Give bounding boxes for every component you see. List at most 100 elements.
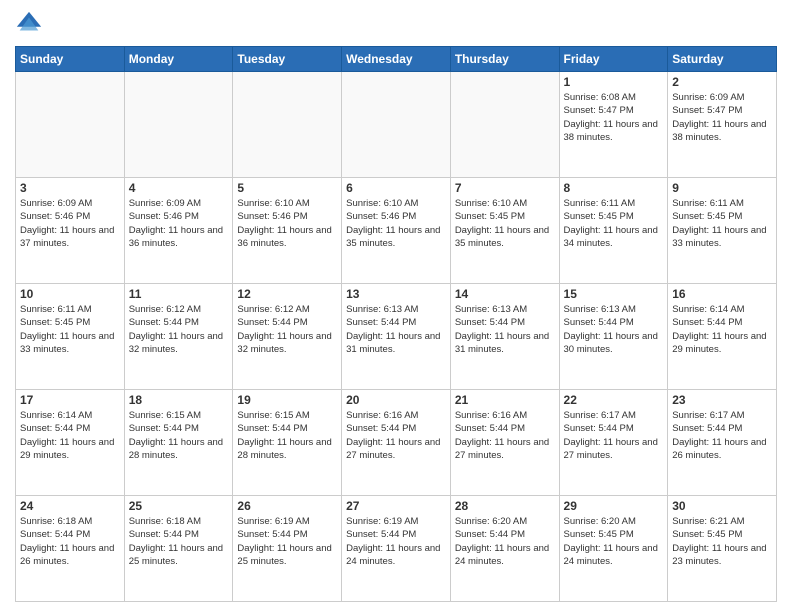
logo-icon	[15, 10, 43, 38]
header-cell-tuesday: Tuesday	[233, 47, 342, 72]
logo	[15, 10, 47, 38]
calendar-week-0: 1 Sunrise: 6:08 AMSunset: 5:47 PMDayligh…	[16, 72, 777, 178]
day-number: 21	[455, 393, 555, 407]
day-number: 19	[237, 393, 337, 407]
day-number: 18	[129, 393, 229, 407]
day-info: Sunrise: 6:13 AMSunset: 5:44 PMDaylight:…	[455, 304, 549, 355]
calendar-cell: 23 Sunrise: 6:17 AMSunset: 5:44 PMDaylig…	[668, 390, 777, 496]
header-cell-monday: Monday	[124, 47, 233, 72]
day-info: Sunrise: 6:14 AMSunset: 5:44 PMDaylight:…	[20, 410, 114, 461]
calendar-cell	[450, 72, 559, 178]
calendar-cell	[16, 72, 125, 178]
day-info: Sunrise: 6:09 AMSunset: 5:46 PMDaylight:…	[20, 198, 114, 249]
day-info: Sunrise: 6:10 AMSunset: 5:46 PMDaylight:…	[237, 198, 331, 249]
day-number: 17	[20, 393, 120, 407]
calendar-cell	[124, 72, 233, 178]
calendar-cell: 18 Sunrise: 6:15 AMSunset: 5:44 PMDaylig…	[124, 390, 233, 496]
calendar-week-3: 17 Sunrise: 6:14 AMSunset: 5:44 PMDaylig…	[16, 390, 777, 496]
day-number: 4	[129, 181, 229, 195]
calendar-cell: 29 Sunrise: 6:20 AMSunset: 5:45 PMDaylig…	[559, 496, 668, 602]
day-info: Sunrise: 6:19 AMSunset: 5:44 PMDaylight:…	[346, 516, 440, 567]
calendar-cell: 22 Sunrise: 6:17 AMSunset: 5:44 PMDaylig…	[559, 390, 668, 496]
day-number: 23	[672, 393, 772, 407]
day-number: 27	[346, 499, 446, 513]
day-number: 1	[564, 75, 664, 89]
calendar-cell: 26 Sunrise: 6:19 AMSunset: 5:44 PMDaylig…	[233, 496, 342, 602]
calendar-cell: 30 Sunrise: 6:21 AMSunset: 5:45 PMDaylig…	[668, 496, 777, 602]
calendar-cell: 4 Sunrise: 6:09 AMSunset: 5:46 PMDayligh…	[124, 178, 233, 284]
calendar-cell	[233, 72, 342, 178]
day-info: Sunrise: 6:16 AMSunset: 5:44 PMDaylight:…	[455, 410, 549, 461]
day-number: 3	[20, 181, 120, 195]
header-cell-wednesday: Wednesday	[342, 47, 451, 72]
day-info: Sunrise: 6:21 AMSunset: 5:45 PMDaylight:…	[672, 516, 766, 567]
day-info: Sunrise: 6:10 AMSunset: 5:45 PMDaylight:…	[455, 198, 549, 249]
day-number: 5	[237, 181, 337, 195]
day-number: 2	[672, 75, 772, 89]
calendar-week-4: 24 Sunrise: 6:18 AMSunset: 5:44 PMDaylig…	[16, 496, 777, 602]
day-number: 14	[455, 287, 555, 301]
day-number: 28	[455, 499, 555, 513]
day-info: Sunrise: 6:15 AMSunset: 5:44 PMDaylight:…	[237, 410, 331, 461]
calendar-cell: 10 Sunrise: 6:11 AMSunset: 5:45 PMDaylig…	[16, 284, 125, 390]
day-info: Sunrise: 6:17 AMSunset: 5:44 PMDaylight:…	[564, 410, 658, 461]
calendar-cell: 15 Sunrise: 6:13 AMSunset: 5:44 PMDaylig…	[559, 284, 668, 390]
day-info: Sunrise: 6:13 AMSunset: 5:44 PMDaylight:…	[346, 304, 440, 355]
day-info: Sunrise: 6:11 AMSunset: 5:45 PMDaylight:…	[20, 304, 114, 355]
header-cell-thursday: Thursday	[450, 47, 559, 72]
day-info: Sunrise: 6:12 AMSunset: 5:44 PMDaylight:…	[129, 304, 223, 355]
calendar-cell: 1 Sunrise: 6:08 AMSunset: 5:47 PMDayligh…	[559, 72, 668, 178]
calendar-table: SundayMondayTuesdayWednesdayThursdayFrid…	[15, 46, 777, 602]
calendar-cell	[342, 72, 451, 178]
day-number: 11	[129, 287, 229, 301]
day-info: Sunrise: 6:10 AMSunset: 5:46 PMDaylight:…	[346, 198, 440, 249]
day-number: 24	[20, 499, 120, 513]
calendar-cell: 28 Sunrise: 6:20 AMSunset: 5:44 PMDaylig…	[450, 496, 559, 602]
calendar-cell: 11 Sunrise: 6:12 AMSunset: 5:44 PMDaylig…	[124, 284, 233, 390]
day-number: 8	[564, 181, 664, 195]
calendar-cell: 17 Sunrise: 6:14 AMSunset: 5:44 PMDaylig…	[16, 390, 125, 496]
day-number: 13	[346, 287, 446, 301]
calendar-cell: 14 Sunrise: 6:13 AMSunset: 5:44 PMDaylig…	[450, 284, 559, 390]
header	[15, 10, 777, 38]
calendar-cell: 7 Sunrise: 6:10 AMSunset: 5:45 PMDayligh…	[450, 178, 559, 284]
header-cell-saturday: Saturday	[668, 47, 777, 72]
calendar-cell: 9 Sunrise: 6:11 AMSunset: 5:45 PMDayligh…	[668, 178, 777, 284]
day-info: Sunrise: 6:08 AMSunset: 5:47 PMDaylight:…	[564, 92, 658, 143]
calendar-cell: 6 Sunrise: 6:10 AMSunset: 5:46 PMDayligh…	[342, 178, 451, 284]
day-info: Sunrise: 6:18 AMSunset: 5:44 PMDaylight:…	[129, 516, 223, 567]
day-info: Sunrise: 6:15 AMSunset: 5:44 PMDaylight:…	[129, 410, 223, 461]
day-info: Sunrise: 6:20 AMSunset: 5:44 PMDaylight:…	[455, 516, 549, 567]
day-number: 10	[20, 287, 120, 301]
day-info: Sunrise: 6:16 AMSunset: 5:44 PMDaylight:…	[346, 410, 440, 461]
calendar-week-2: 10 Sunrise: 6:11 AMSunset: 5:45 PMDaylig…	[16, 284, 777, 390]
day-number: 15	[564, 287, 664, 301]
calendar-cell: 8 Sunrise: 6:11 AMSunset: 5:45 PMDayligh…	[559, 178, 668, 284]
day-number: 6	[346, 181, 446, 195]
day-info: Sunrise: 6:17 AMSunset: 5:44 PMDaylight:…	[672, 410, 766, 461]
calendar-cell: 20 Sunrise: 6:16 AMSunset: 5:44 PMDaylig…	[342, 390, 451, 496]
day-info: Sunrise: 6:09 AMSunset: 5:46 PMDaylight:…	[129, 198, 223, 249]
day-number: 16	[672, 287, 772, 301]
calendar-cell: 21 Sunrise: 6:16 AMSunset: 5:44 PMDaylig…	[450, 390, 559, 496]
header-cell-friday: Friday	[559, 47, 668, 72]
day-info: Sunrise: 6:18 AMSunset: 5:44 PMDaylight:…	[20, 516, 114, 567]
calendar-cell: 24 Sunrise: 6:18 AMSunset: 5:44 PMDaylig…	[16, 496, 125, 602]
calendar-cell: 12 Sunrise: 6:12 AMSunset: 5:44 PMDaylig…	[233, 284, 342, 390]
calendar-cell: 3 Sunrise: 6:09 AMSunset: 5:46 PMDayligh…	[16, 178, 125, 284]
day-number: 12	[237, 287, 337, 301]
day-info: Sunrise: 6:13 AMSunset: 5:44 PMDaylight:…	[564, 304, 658, 355]
day-number: 9	[672, 181, 772, 195]
day-info: Sunrise: 6:11 AMSunset: 5:45 PMDaylight:…	[564, 198, 658, 249]
calendar-cell: 5 Sunrise: 6:10 AMSunset: 5:46 PMDayligh…	[233, 178, 342, 284]
day-number: 26	[237, 499, 337, 513]
calendar-cell: 2 Sunrise: 6:09 AMSunset: 5:47 PMDayligh…	[668, 72, 777, 178]
calendar-cell: 16 Sunrise: 6:14 AMSunset: 5:44 PMDaylig…	[668, 284, 777, 390]
day-info: Sunrise: 6:12 AMSunset: 5:44 PMDaylight:…	[237, 304, 331, 355]
header-row: SundayMondayTuesdayWednesdayThursdayFrid…	[16, 47, 777, 72]
day-info: Sunrise: 6:14 AMSunset: 5:44 PMDaylight:…	[672, 304, 766, 355]
calendar-body: 1 Sunrise: 6:08 AMSunset: 5:47 PMDayligh…	[16, 72, 777, 602]
calendar-cell: 13 Sunrise: 6:13 AMSunset: 5:44 PMDaylig…	[342, 284, 451, 390]
day-number: 30	[672, 499, 772, 513]
page: SundayMondayTuesdayWednesdayThursdayFrid…	[0, 0, 792, 612]
